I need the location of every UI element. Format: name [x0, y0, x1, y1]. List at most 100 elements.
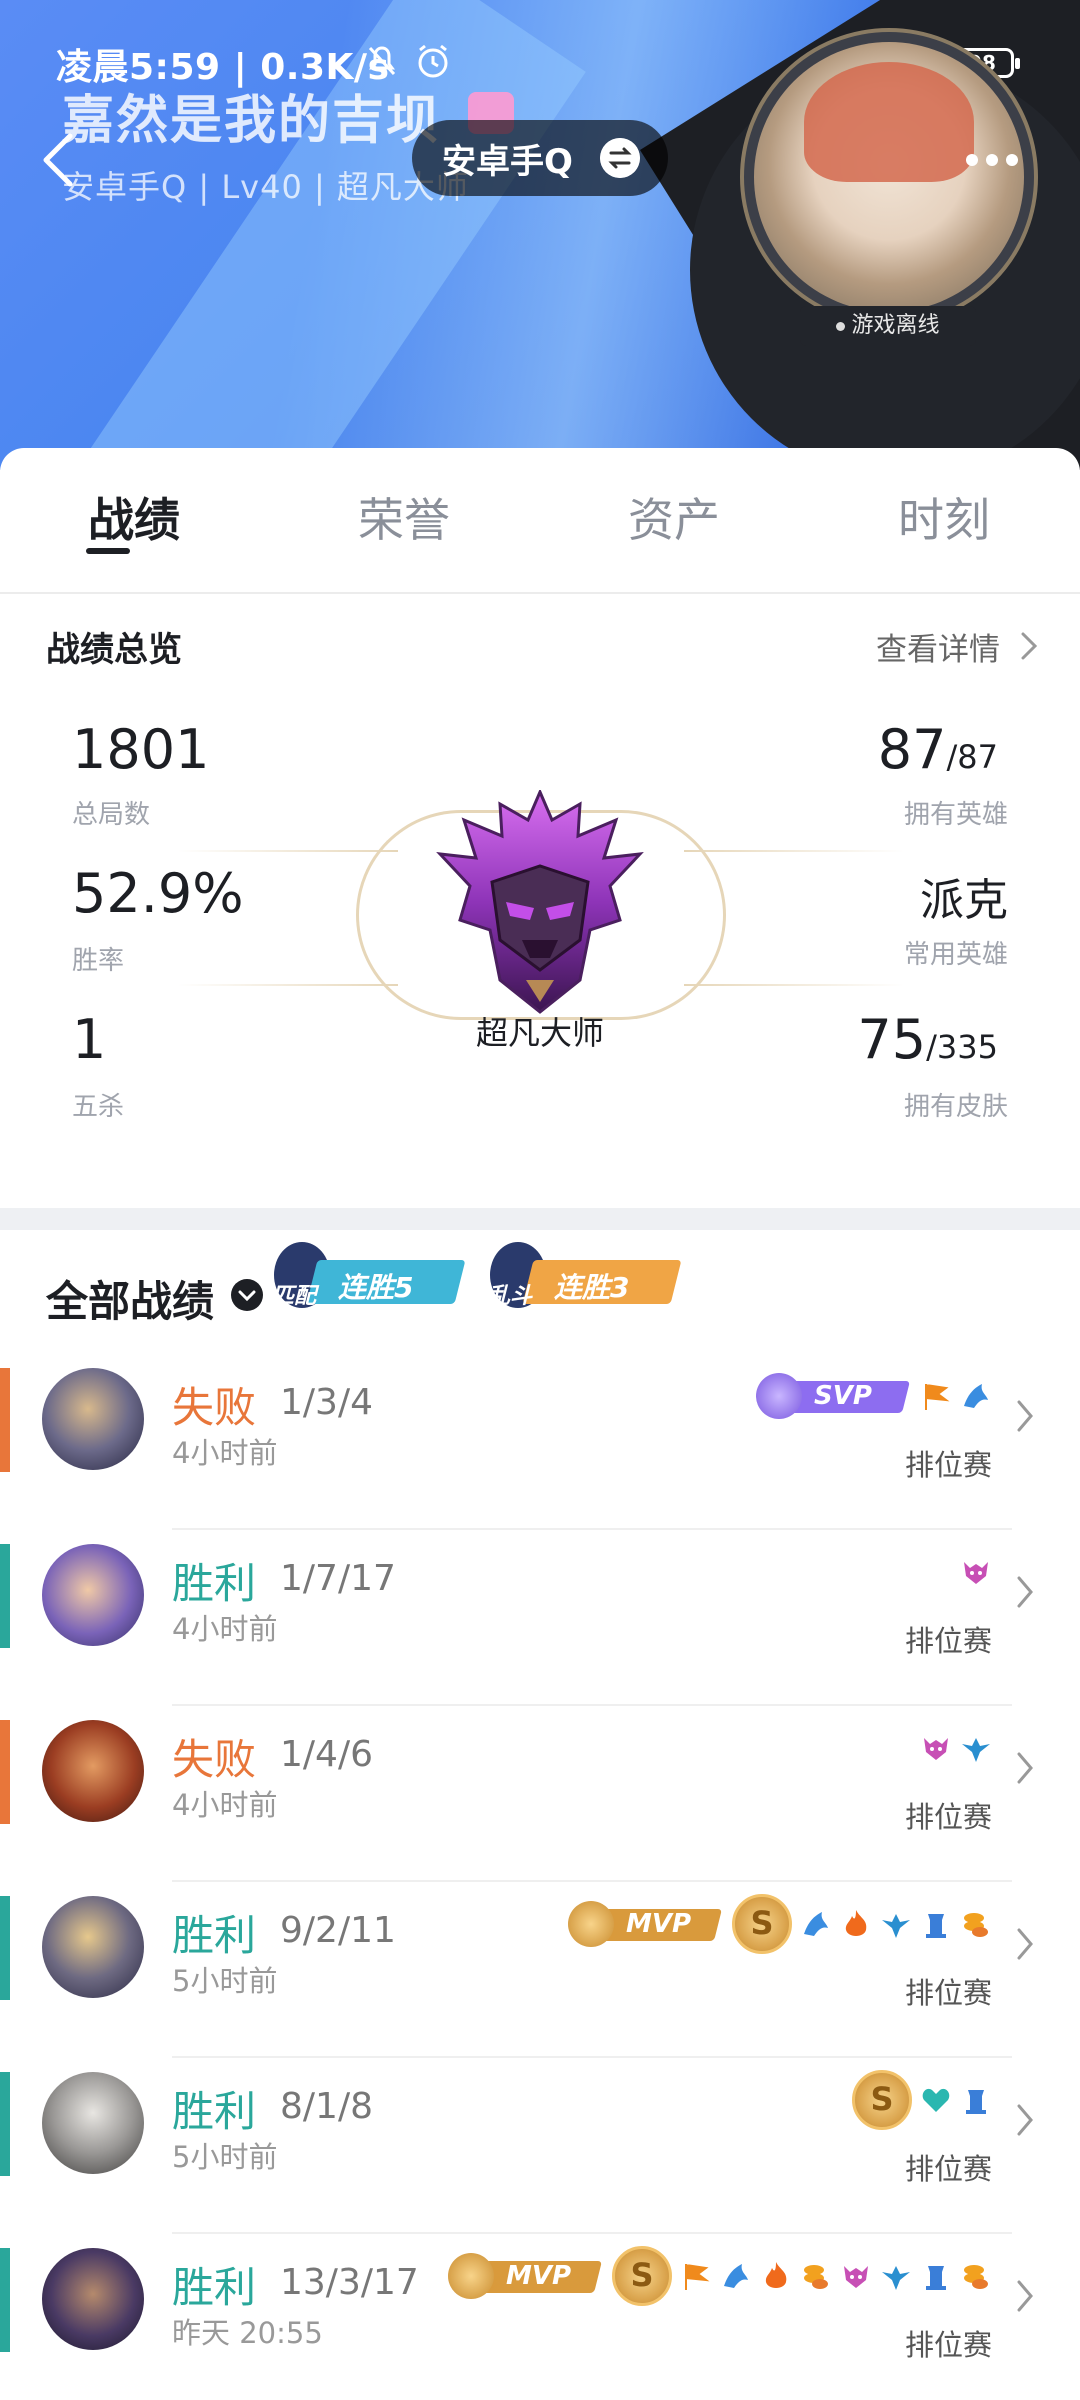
- match-kda: 1/7/17: [280, 1558, 396, 1599]
- result-stripe: [0, 1544, 10, 1648]
- decor-line: [684, 850, 904, 852]
- chevron-right-icon[interactable]: [1014, 2102, 1036, 2138]
- match-mode: 排位赛: [904, 1800, 992, 1834]
- tower-icon: [966, 2090, 986, 2114]
- row-divider: [172, 2232, 1012, 2234]
- avatar-hair: [804, 62, 974, 182]
- result-stripe: [0, 1720, 10, 1824]
- decor-line: [684, 984, 904, 986]
- match-kda: 13/3/17: [280, 2262, 419, 2303]
- tab-bar: 战绩 荣誉 资产 时刻: [0, 448, 1080, 594]
- chevron-right-icon[interactable]: [1014, 1398, 1036, 1434]
- streak-text: 连胜3: [554, 1271, 630, 1304]
- match-mode: 排位赛: [904, 1976, 992, 2010]
- flag-icon: [925, 1384, 950, 1410]
- tab-honor[interactable]: 荣誉: [314, 484, 494, 550]
- bird-icon: [962, 1738, 990, 1762]
- swap-icon: [600, 138, 640, 178]
- chevron-right-icon[interactable]: [1014, 2278, 1036, 2314]
- hero-avatar: [42, 1368, 144, 1470]
- more-options-icon[interactable]: [962, 150, 1022, 170]
- total-games-label: 总局数: [72, 800, 151, 830]
- skins-owned-value: 75: [857, 1008, 927, 1071]
- hero-avatar: [42, 1544, 144, 1646]
- streak-text: 连胜5: [338, 1271, 414, 1304]
- result-stripe: [0, 1368, 10, 1472]
- match-row[interactable]: 胜利 9/2/11 5小时前 MVP S 排位赛: [0, 1886, 1080, 2062]
- badge-text: MVP: [506, 2261, 572, 2291]
- account-switch-button[interactable]: 安卓手Q: [412, 120, 668, 196]
- match-kda: 1/3/4: [280, 1382, 373, 1423]
- match-achievements: [920, 1720, 992, 1776]
- svp-badge: SVP: [756, 1373, 912, 1419]
- win-rate-label: 胜率: [72, 946, 125, 976]
- win-rate-value: 52.9%: [72, 862, 244, 925]
- tab-moments[interactable]: 时刻: [854, 484, 1034, 550]
- bird-icon: [882, 2266, 910, 2290]
- match-kda: 1/4/6: [280, 1734, 373, 1775]
- demon-icon: [924, 1738, 948, 1760]
- match-mode: 排位赛: [904, 1624, 992, 1658]
- demon-icon: [844, 2266, 868, 2288]
- row-divider: [172, 2056, 1012, 2058]
- overview-title: 战绩总览: [46, 630, 182, 670]
- chevron-right-icon[interactable]: [1014, 1750, 1036, 1786]
- badge-text: MVP: [626, 1909, 692, 1939]
- row-divider: [172, 1528, 1012, 1530]
- s-grade-coin-icon: S: [852, 2070, 912, 2130]
- match-mode: 排位赛: [904, 2328, 992, 2362]
- wing-icon: [724, 2264, 748, 2288]
- match-result: 胜利: [172, 2263, 257, 2312]
- skins-owned-total: /335: [926, 1028, 998, 1066]
- chevron-right-icon[interactable]: [1018, 630, 1040, 662]
- fire-icon: [765, 2262, 787, 2288]
- player-avatar[interactable]: [740, 28, 1038, 326]
- match-time: 4小时前: [172, 1436, 278, 1470]
- main-hero-label: 常用英雄: [903, 940, 1008, 970]
- tower-icon: [926, 1914, 946, 1938]
- heroes-owned-value: 87: [877, 718, 947, 781]
- match-row[interactable]: 胜利 1/7/17 4小时前 排位赛: [0, 1534, 1080, 1710]
- active-tab-indicator: [86, 548, 130, 554]
- tab-records[interactable]: 战绩: [44, 484, 224, 550]
- online-status-badge: 游戏离线: [800, 306, 976, 346]
- match-row[interactable]: 失败 1/3/4 4小时前 SVP 排位赛: [0, 1358, 1080, 1534]
- match-time: 5小时前: [172, 2140, 278, 2174]
- tab-assets[interactable]: 资产: [584, 484, 764, 550]
- chevron-right-icon[interactable]: [1014, 1926, 1036, 1962]
- heart-icon: [922, 2088, 950, 2112]
- match-row[interactable]: 胜利 8/1/8 5小时前 S 排位赛: [0, 2062, 1080, 2238]
- streak-badge-brawl: 乱斗 连胜3: [488, 1238, 688, 1318]
- match-time: 4小时前: [172, 1788, 278, 1822]
- match-achievements: MVP S: [448, 2246, 992, 2306]
- chevron-right-icon[interactable]: [1014, 1574, 1036, 1610]
- match-kda: 9/2/11: [280, 1910, 396, 1951]
- tower-icon: [926, 2266, 946, 2290]
- player-name: 嘉然是我的吉坝: [62, 91, 441, 151]
- match-list-title[interactable]: 全部战绩: [46, 1268, 214, 1329]
- s-grade-coin-icon: S: [612, 2246, 672, 2306]
- decor-line: [178, 850, 398, 852]
- dropdown-icon[interactable]: [230, 1278, 264, 1312]
- coins-icon: [964, 1913, 988, 1937]
- total-games-value: 1801: [72, 718, 210, 781]
- match-result: 胜利: [172, 2087, 257, 2136]
- streak-mode-label: 乱斗: [488, 1284, 533, 1309]
- view-details-link[interactable]: 查看详情: [876, 624, 1000, 669]
- main-hero-value: 派克: [920, 875, 1008, 926]
- match-result: 失败: [172, 1383, 257, 1432]
- fire-icon: [845, 1910, 867, 1936]
- wing-icon: [964, 1384, 988, 1408]
- demon-icon: [964, 1562, 988, 1584]
- master-rank-emblem-icon[interactable]: [430, 790, 650, 1020]
- match-achievements: S: [852, 2070, 992, 2130]
- flag-icon: [685, 2264, 710, 2290]
- streak-mode-label: 匹配: [272, 1284, 317, 1309]
- online-status-label: 游戏离线: [851, 313, 940, 338]
- s-grade-coin-icon: S: [732, 1894, 792, 1954]
- hero-avatar: [42, 1896, 144, 1998]
- mvp-badge: MVP: [568, 1901, 724, 1947]
- match-achievements: [960, 1544, 992, 1600]
- match-row[interactable]: 失败 1/4/6 4小时前 排位赛: [0, 1710, 1080, 1886]
- match-row[interactable]: 胜利 13/3/17 昨天 20:55 MVP S 排位赛: [0, 2238, 1080, 2400]
